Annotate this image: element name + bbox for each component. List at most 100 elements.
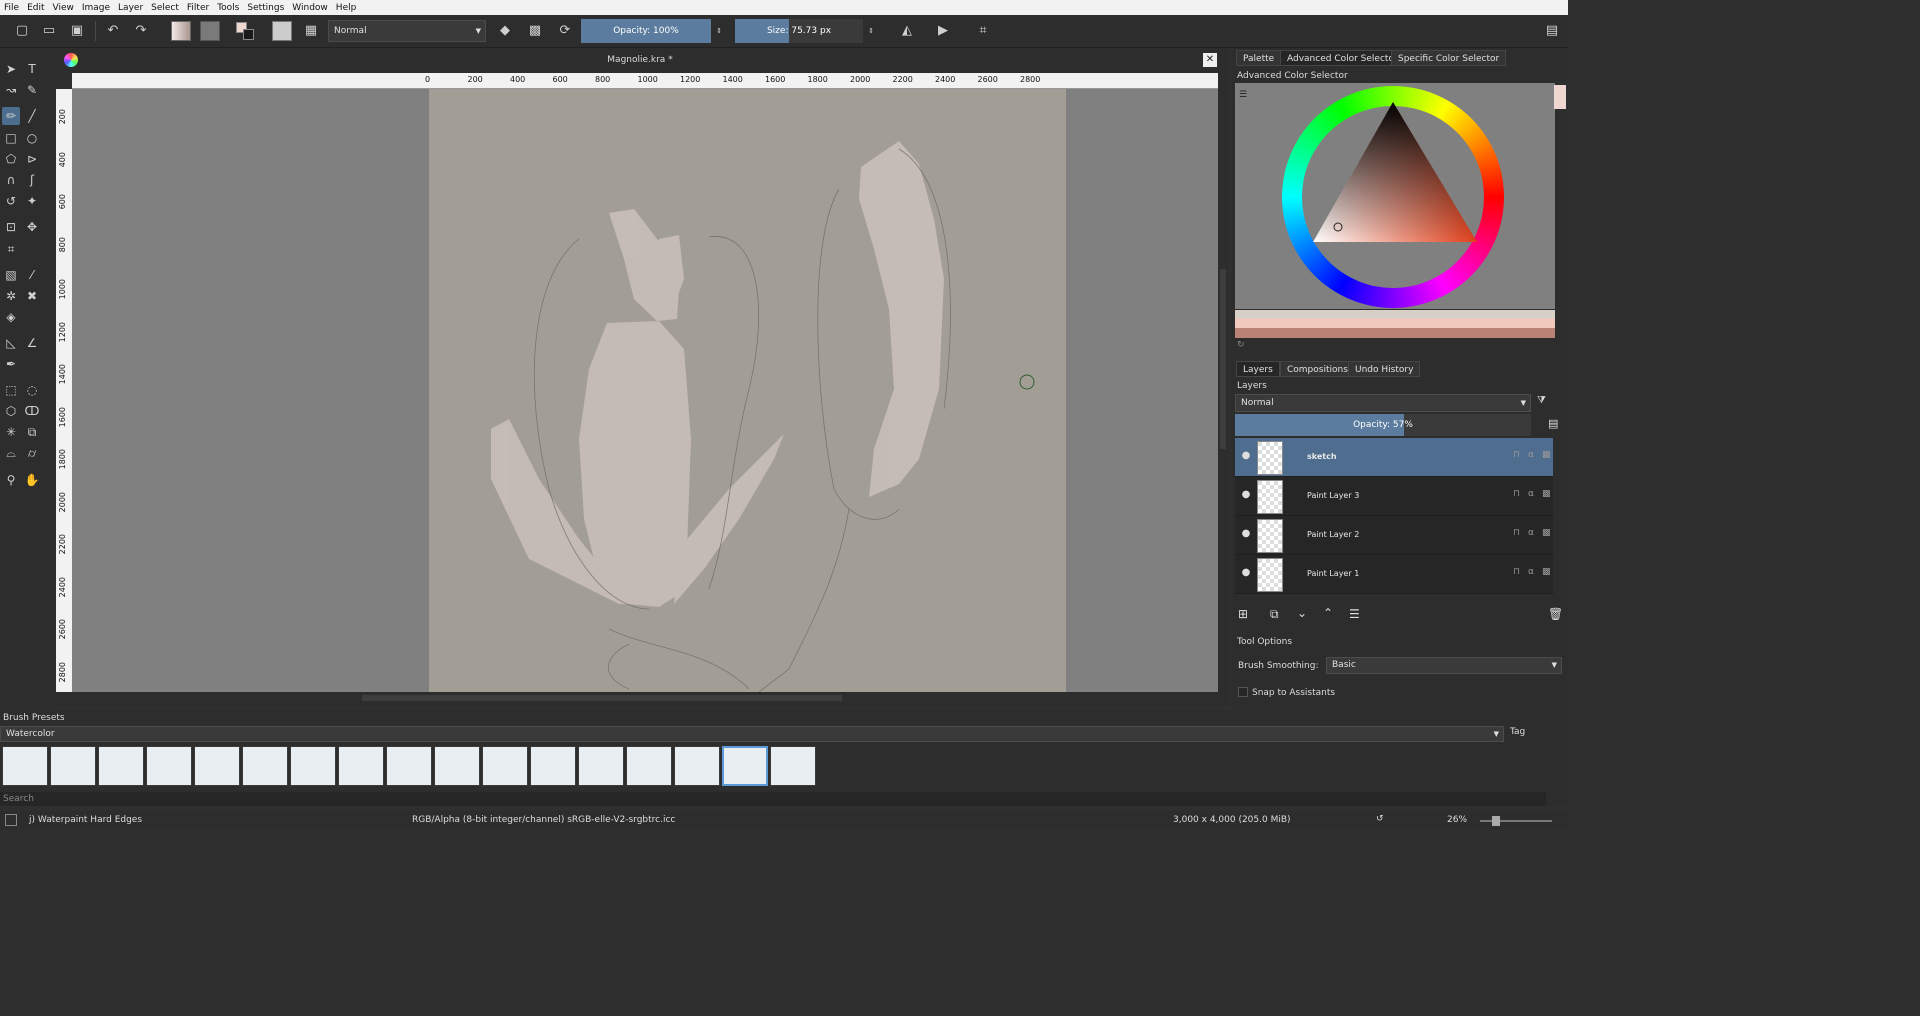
brush-preset-thumb[interactable]	[194, 746, 240, 786]
bezier-tool-icon[interactable]: ∩	[2, 171, 20, 189]
calligraphy-icon[interactable]: ✎	[23, 81, 41, 99]
move-layer-down-icon[interactable]: ⌄	[1297, 606, 1307, 620]
layer-filter-icon[interactable]: ⧩	[1537, 395, 1561, 411]
text-tool-icon[interactable]: T	[23, 60, 41, 78]
dynamic-brush-icon[interactable]: ↺	[2, 192, 20, 210]
brush-search-input[interactable]: Search	[0, 792, 1546, 806]
layer-row[interactable]: ● sketch ⊓ α ▩	[1235, 438, 1553, 477]
inherit-alpha-icon[interactable]: ▩	[1542, 528, 1551, 538]
visibility-eye-icon[interactable]: ●	[1240, 567, 1252, 579]
tab-undo-history[interactable]: Undo History	[1348, 361, 1421, 377]
menu-filter[interactable]: Filter	[183, 3, 213, 13]
brush-preset-thumb[interactable]	[290, 746, 336, 786]
horizontal-scroll-thumb[interactable]	[362, 695, 842, 701]
brush-preset-thumb[interactable]	[2, 746, 48, 786]
zoom-slider[interactable]	[1480, 816, 1552, 826]
menu-tools[interactable]: Tools	[213, 3, 243, 13]
layer-row[interactable]: ● Paint Layer 1 ⊓ α ▩	[1235, 555, 1553, 594]
opacity-slider[interactable]: Opacity: 100%	[581, 19, 711, 43]
brush-preset-thumb[interactable]	[98, 746, 144, 786]
zoom-slider-handle[interactable]	[1492, 816, 1500, 826]
brush-preset-thumb[interactable]	[338, 746, 384, 786]
pan-tool-icon[interactable]: ✋	[23, 471, 41, 489]
tab-palette[interactable]: Palette	[1236, 50, 1282, 66]
tab-layers[interactable]: Layers	[1236, 361, 1280, 377]
vertical-scrollbar[interactable]	[1218, 89, 1228, 692]
zoom-tool-icon[interactable]: ⚲	[2, 471, 20, 489]
alpha-lock-icon[interactable]: α	[1528, 567, 1534, 577]
move-layer-up-icon[interactable]: ⌃	[1323, 606, 1333, 620]
fill-tool-icon[interactable]: ◈	[2, 308, 20, 326]
reload-preset-icon[interactable]: ⟳	[556, 22, 574, 40]
layer-settings-icon[interactable]: ☰	[1349, 607, 1360, 621]
close-document-icon[interactable]: ✕	[1203, 53, 1217, 67]
menu-window[interactable]: Window	[288, 3, 332, 13]
color-patches-strip[interactable]	[1235, 310, 1555, 338]
undo-icon[interactable]: ↶	[104, 22, 122, 40]
fg-bg-color-selector[interactable]	[234, 20, 256, 42]
colorize-mask-icon[interactable]: ✲	[2, 287, 20, 305]
ellipse-select-icon[interactable]: ◌	[23, 381, 41, 399]
freehand-brush-icon[interactable]: ✏	[2, 107, 20, 125]
multibrush-icon[interactable]: ✦	[23, 192, 41, 210]
save-icon[interactable]: ▣	[68, 22, 86, 40]
rectangle-tool-icon[interactable]: □	[2, 129, 20, 147]
similar-select-icon[interactable]: ⧉	[23, 423, 41, 441]
menu-select[interactable]: Select	[147, 3, 183, 13]
redo-icon[interactable]: ↷	[132, 22, 150, 40]
brush-preset-thumb[interactable]	[146, 746, 192, 786]
move-tool-icon[interactable]: ✥	[23, 218, 41, 236]
brush-preset-thumb[interactable]	[434, 746, 480, 786]
tag-button[interactable]: Tag	[1510, 727, 1525, 737]
mirror-horizontal-icon[interactable]: ◭	[898, 22, 916, 40]
brush-preset-thumb[interactable]	[50, 746, 96, 786]
brush-preset-thumb[interactable]	[578, 746, 624, 786]
polygon-tool-icon[interactable]: ⬠	[2, 150, 20, 168]
rotate-icon[interactable]: ↺	[1376, 814, 1384, 824]
duplicate-layer-icon[interactable]: ⧉	[1270, 607, 1279, 622]
edit-shapes-icon[interactable]: ↝	[2, 81, 20, 99]
smart-patch-icon[interactable]: ✖	[23, 287, 41, 305]
crop-tool-icon[interactable]: ⌗	[2, 240, 20, 258]
freehand-select-icon[interactable]: ↀ	[23, 402, 41, 420]
brush-smoothing-select[interactable]: Basic ▼	[1326, 657, 1562, 674]
lock-icon[interactable]: ⊓	[1513, 489, 1520, 499]
add-layer-icon[interactable]: ⊞	[1238, 607, 1248, 621]
brush-preset-icon[interactable]	[272, 21, 292, 41]
eraser-mode-icon[interactable]: ◆	[496, 22, 514, 40]
menu-view[interactable]: View	[49, 3, 78, 13]
opacity-spin-icon[interactable]: ⇕	[710, 22, 728, 40]
new-document-icon[interactable]: ▢	[13, 22, 31, 40]
color-selector-menu-icon[interactable]: ☰	[1239, 90, 1247, 100]
polygon-select-icon[interactable]: ⬡	[2, 402, 20, 420]
tab-advanced-color-selector[interactable]: Advanced Color Selector	[1280, 50, 1405, 66]
select-shapes-icon[interactable]: ➤	[2, 60, 20, 78]
brush-preset-thumb[interactable]	[530, 746, 576, 786]
layer-blend-select[interactable]: Normal ▼	[1235, 394, 1531, 412]
brush-preset-thumb-selected[interactable]	[722, 746, 768, 786]
polyline-tool-icon[interactable]: ⊳	[23, 150, 41, 168]
reference-tool-icon[interactable]: ✒	[2, 355, 20, 373]
layer-row[interactable]: ● Paint Layer 3 ⊓ α ▩	[1235, 477, 1553, 516]
contiguous-select-icon[interactable]: ✳	[2, 423, 20, 441]
horizontal-scrollbar[interactable]	[72, 692, 1218, 704]
canvas-paper[interactable]	[429, 89, 1066, 692]
color-picker-icon[interactable]: ⁄	[23, 266, 41, 284]
vertical-scroll-thumb[interactable]	[1220, 269, 1226, 449]
menu-edit[interactable]: Edit	[23, 3, 48, 13]
inherit-alpha-icon[interactable]: ▩	[1542, 489, 1551, 499]
menu-settings[interactable]: Settings	[243, 3, 288, 13]
alpha-lock-icon[interactable]: α	[1528, 489, 1534, 499]
inherit-alpha-icon[interactable]: ▩	[1542, 567, 1551, 577]
document-tab-title[interactable]: Magnolie.kra *	[570, 55, 710, 65]
rect-select-icon[interactable]: ⬚	[2, 381, 20, 399]
menu-layer[interactable]: Layer	[114, 3, 147, 13]
transform-tool-icon[interactable]: ⊡	[2, 218, 20, 236]
refresh-icon[interactable]: ↻	[1237, 340, 1245, 350]
gradient-swatch[interactable]	[171, 21, 191, 41]
visibility-eye-icon[interactable]: ●	[1240, 528, 1252, 540]
brush-preset-thumb[interactable]	[770, 746, 816, 786]
tab-compositions[interactable]: Compositions	[1280, 361, 1355, 377]
layer-properties-icon[interactable]: ▤	[1548, 417, 1558, 430]
inherit-alpha-icon[interactable]: ▩	[1542, 450, 1551, 460]
